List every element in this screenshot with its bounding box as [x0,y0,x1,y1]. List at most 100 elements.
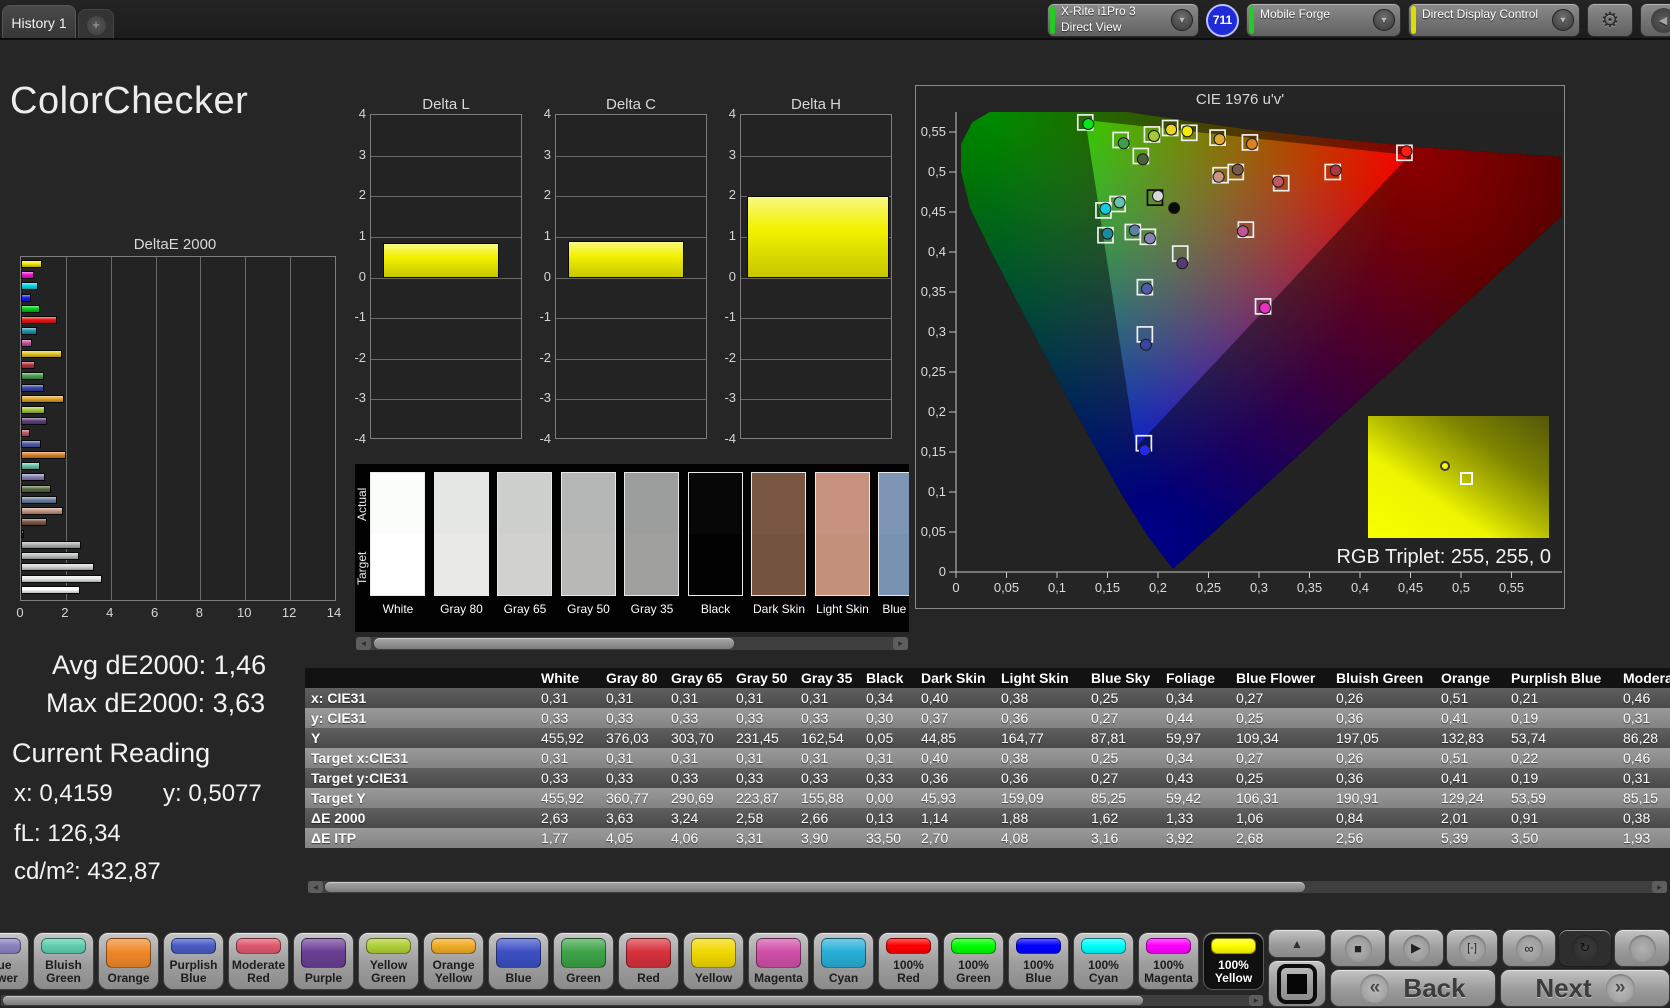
patch-button-blue[interactable]: Blue [488,932,549,990]
table-cell: 0,38 [995,688,1085,708]
meter-count-badge[interactable]: 711 [1206,3,1239,37]
patch-button-100pct-cyan[interactable]: 100% Cyan [1073,932,1134,990]
gridline [110,257,112,600]
table-cell: 3,63 [600,808,665,828]
meter-status-stripe [1050,6,1055,34]
target-swatch [498,534,551,595]
measured-dot-cyan [1101,227,1114,240]
chevron-down-icon[interactable]: ▼ [1552,9,1574,31]
table-cell: 455,92 [535,788,600,808]
patch-button-bluish-green[interactable]: Bluish Green [33,932,94,990]
workflow-dropdown[interactable]: Direct Display Control ▼ [1408,3,1580,37]
scroll-left-icon[interactable]: ◂ [308,881,323,893]
scrollbar-thumb[interactable] [3,996,1143,1005]
y-tick-label: 1 [543,227,551,243]
bar-100-magenta [21,271,35,280]
gridline [556,155,706,157]
pattern-up-button[interactable]: ▲ [1268,929,1326,958]
patch-button-red[interactable]: Red [618,932,679,990]
patch-button-100pct-blue[interactable]: 100% Blue [1008,932,1069,990]
scroll-left-icon[interactable]: ◂ [356,637,371,650]
patch-button-yellow-green[interactable]: Yellow Green [358,932,419,990]
patch-button-orange[interactable]: Orange [98,932,159,990]
extra-transport-button[interactable] [1614,929,1670,967]
table-cell: 0,31 [1617,708,1670,728]
tab-history-1[interactable]: History 1 [2,5,76,38]
table-cell: 0,27 [1230,688,1330,708]
patch-buttons-scrollbar[interactable]: ▸ [0,994,1264,1007]
patch-button-moderate-red[interactable]: Moderate Red [228,932,289,990]
bar-light-skin [21,507,64,516]
patch-button-yellow[interactable]: Yellow [683,932,744,990]
patch-button-blue-flower[interactable]: BlueFlower [0,932,29,990]
patch-button-orange-yellow[interactable]: Orange Yellow [423,932,484,990]
chevrons-right-icon: » [1605,973,1635,1003]
bar-blue [21,383,44,392]
blank-icon [1628,934,1656,962]
column-header: Black [860,668,915,688]
patch-button-label: 100% Red [893,957,924,985]
measured-dot-orange-yellow [1213,133,1226,146]
patch-button-purple[interactable]: Purple [293,932,354,990]
bar-moderate-red [21,428,30,437]
add-tab-button[interactable]: + [78,9,114,38]
patch-button-cyan[interactable]: Cyan [813,932,874,990]
y-tick-label: 4 [728,106,736,121]
patch-button-100pct-magenta[interactable]: 100% Magenta [1138,932,1199,990]
source-dropdown[interactable]: Mobile Forge ▼ [1246,3,1401,37]
patch-color-swatch [1081,938,1126,954]
back-button[interactable]: « Back [1330,969,1496,1007]
pattern-window-button[interactable] [1268,960,1326,1007]
stop-button[interactable]: ■ [1330,929,1386,967]
patch-button-label: Red [637,970,660,985]
table-scrollbar[interactable]: ◂ ▸ [307,880,1668,894]
row-label: y: CIE31 [305,708,535,728]
scroll-right-icon[interactable]: ▸ [893,637,908,650]
pattern-size-button[interactable]: [-] [1446,929,1498,967]
gridline [290,257,292,600]
y-tick-label: -3 [539,390,551,406]
svg-text:0,2: 0,2 [928,404,946,419]
patch-strip-scrollbar[interactable]: ◂ ▸ [355,636,909,651]
scroll-right-icon[interactable]: ▸ [1249,995,1263,1006]
plot-area [555,114,707,439]
patch-button-100pct-green[interactable]: 100% Green [943,932,1004,990]
patch-button-100pct-yellow[interactable]: 100% Yellow [1203,932,1264,990]
chevron-down-icon[interactable]: ▼ [1373,9,1395,31]
meter-dropdown[interactable]: X-Rite i1Pro 3 Direct View ▼ [1047,3,1199,37]
play-button[interactable]: ▶ [1388,929,1444,967]
measured-dot-white-gray [1152,190,1164,202]
measured-dot-blue [1139,338,1152,351]
measured-dot-light-skin [1212,170,1225,183]
patch-button-100pct-red[interactable]: 100% Red [878,932,939,990]
settings-button[interactable]: ⚙ [1587,3,1633,37]
x-tick-label: 4 [106,605,114,620]
refresh-button[interactable]: ↻ [1558,929,1612,967]
table-cell: 0,38 [1617,808,1670,828]
patch-color-swatch [951,938,996,954]
table-cell: 4,06 [665,828,730,848]
scrollbar-thumb[interactable] [325,882,1305,892]
arrow-up-icon: ▲ [1291,936,1303,951]
loop-button[interactable]: ∞ [1502,929,1556,967]
patch-button-purplish-blue[interactable]: Purplish Blue [163,932,224,990]
scrollbar-thumb[interactable] [374,638,734,649]
table-cell: 86,28 [1617,728,1670,748]
source-status-stripe [1249,6,1254,34]
table-cell: 164,77 [995,728,1085,748]
y-tick-label: 1 [728,227,736,243]
collapse-panel-button[interactable]: ◀ [1640,3,1670,37]
chevron-down-icon[interactable]: ▼ [1171,9,1193,31]
y-tick-label: -3 [354,390,366,406]
patch-button-magenta[interactable]: Magenta [748,932,809,990]
patch-color-swatch [0,938,21,954]
measured-dot-100-green [1082,118,1095,130]
y-tick-label: -2 [539,349,551,365]
table-cell: 0,31 [730,688,795,708]
table-cell: 106,31 [1230,788,1330,808]
table-cell: 1,77 [535,828,600,848]
next-button[interactable]: Next » [1500,969,1670,1007]
scroll-right-icon[interactable]: ▸ [1652,881,1667,893]
table-cell: 0,37 [915,708,995,728]
patch-button-green[interactable]: Green [553,932,614,990]
